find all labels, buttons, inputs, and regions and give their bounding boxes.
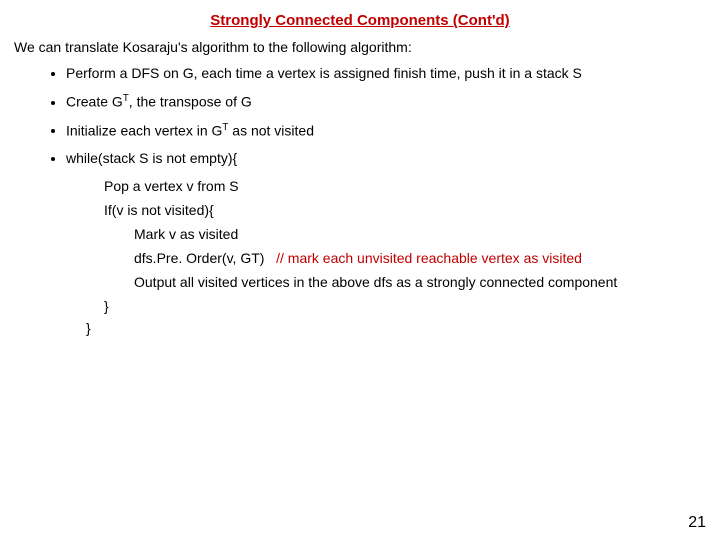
line-if: If(v is not visited){ <box>104 202 706 218</box>
dfs-comment: // mark each unvisited reachable vertex … <box>276 250 582 266</box>
bullet-3-pre: Initialize each vertex in G <box>66 122 222 138</box>
brace-inner: } <box>104 298 706 314</box>
bullet-list: Perform a DFS on G, each time a vertex i… <box>14 65 706 166</box>
bullet-2-pre: Create G <box>66 94 123 110</box>
line-mark: Mark v as visited <box>134 226 706 242</box>
brace-outer: } <box>86 320 706 336</box>
bullet-2: Create GT, the transpose of G <box>66 93 706 110</box>
intro-text: We can translate Kosaraju's algorithm to… <box>14 39 706 55</box>
bullet-3: Initialize each vertex in GT as not visi… <box>66 122 706 139</box>
bullet-1: Perform a DFS on G, each time a vertex i… <box>66 65 706 81</box>
line-output: Output all visited vertices in the above… <box>134 274 706 290</box>
slide-title: Strongly Connected Components (Cont'd) <box>14 12 706 29</box>
bullet-4: while(stack S is not empty){ <box>66 150 706 166</box>
dfs-code: dfs.Pre. Order(v, GT) <box>134 250 264 266</box>
slide: Strongly Connected Components (Cont'd) W… <box>0 0 720 540</box>
bullet-3-post: as not visited <box>228 122 314 138</box>
page-number: 21 <box>688 514 706 532</box>
bullet-2-post: , the transpose of G <box>129 94 252 110</box>
line-pop: Pop a vertex v from S <box>104 178 706 194</box>
line-dfs: dfs.Pre. Order(v, GT) // mark each unvis… <box>134 250 706 266</box>
